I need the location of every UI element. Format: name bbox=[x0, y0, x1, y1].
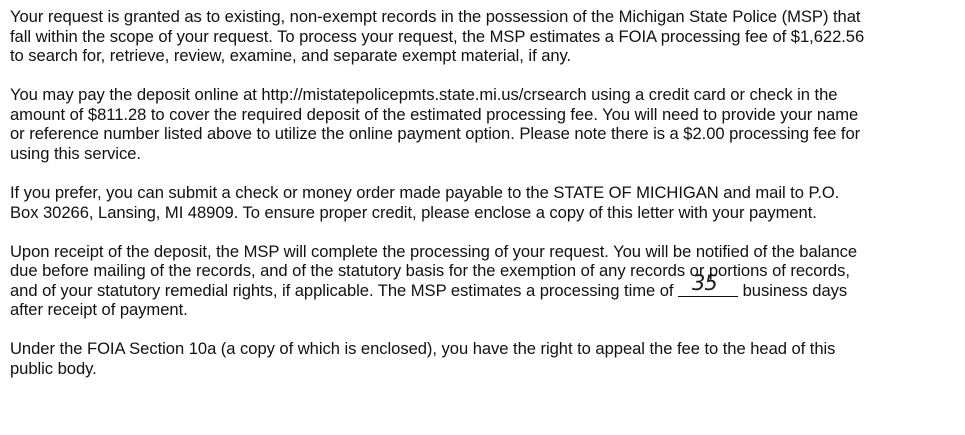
business-days-label: business days bbox=[742, 280, 848, 300]
text-line: fall within the scope of your request. T… bbox=[10, 26, 865, 46]
paragraph-request-granted: Your request is granted as to existing, … bbox=[10, 7, 960, 66]
text-line: Your request is granted as to existing, … bbox=[10, 7, 861, 26]
paragraph-processing-time: Upon receipt of the deposit, the MSP wil… bbox=[10, 242, 960, 320]
text-line: You may pay the deposit online at http:/… bbox=[10, 85, 838, 105]
text-line: or reference number listed above to util… bbox=[10, 124, 861, 144]
text-line: Upon receipt of the deposit, the MSP wil… bbox=[10, 241, 858, 261]
paragraph-appeal-rights: Under the FOIA Section 10a (a copy of wh… bbox=[10, 339, 960, 378]
text-line: after receipt of payment. bbox=[10, 300, 188, 320]
handwritten-days-value: 35 bbox=[692, 270, 718, 295]
text-line: using this service. bbox=[10, 143, 141, 163]
text-line: due before mailing of the records, and o… bbox=[10, 261, 850, 281]
text-line-with-blank: and of your statutory remedial rights, i… bbox=[10, 272, 960, 301]
text-line: If you prefer, you can submit a check or… bbox=[10, 182, 840, 202]
text-line: Box 30266, Lansing, MI 48909. To ensure … bbox=[10, 202, 817, 222]
business-days-field: 35 bbox=[678, 272, 739, 300]
text-line: to search for, retrieve, review, examine… bbox=[10, 46, 572, 66]
blank-underline bbox=[678, 295, 739, 297]
text-line: public body. bbox=[10, 358, 97, 378]
paragraph-mail-payment: If you prefer, you can submit a check or… bbox=[10, 183, 960, 222]
paragraph-online-payment: You may pay the deposit online at http:/… bbox=[10, 85, 960, 163]
letter-body: Your request is granted as to existing, … bbox=[10, 7, 960, 378]
text-line: Under the FOIA Section 10a (a copy of wh… bbox=[10, 339, 836, 359]
processing-time-text: and of your statutory remedial rights, i… bbox=[10, 280, 674, 300]
text-line: amount of $811.28 to cover the required … bbox=[10, 104, 859, 124]
